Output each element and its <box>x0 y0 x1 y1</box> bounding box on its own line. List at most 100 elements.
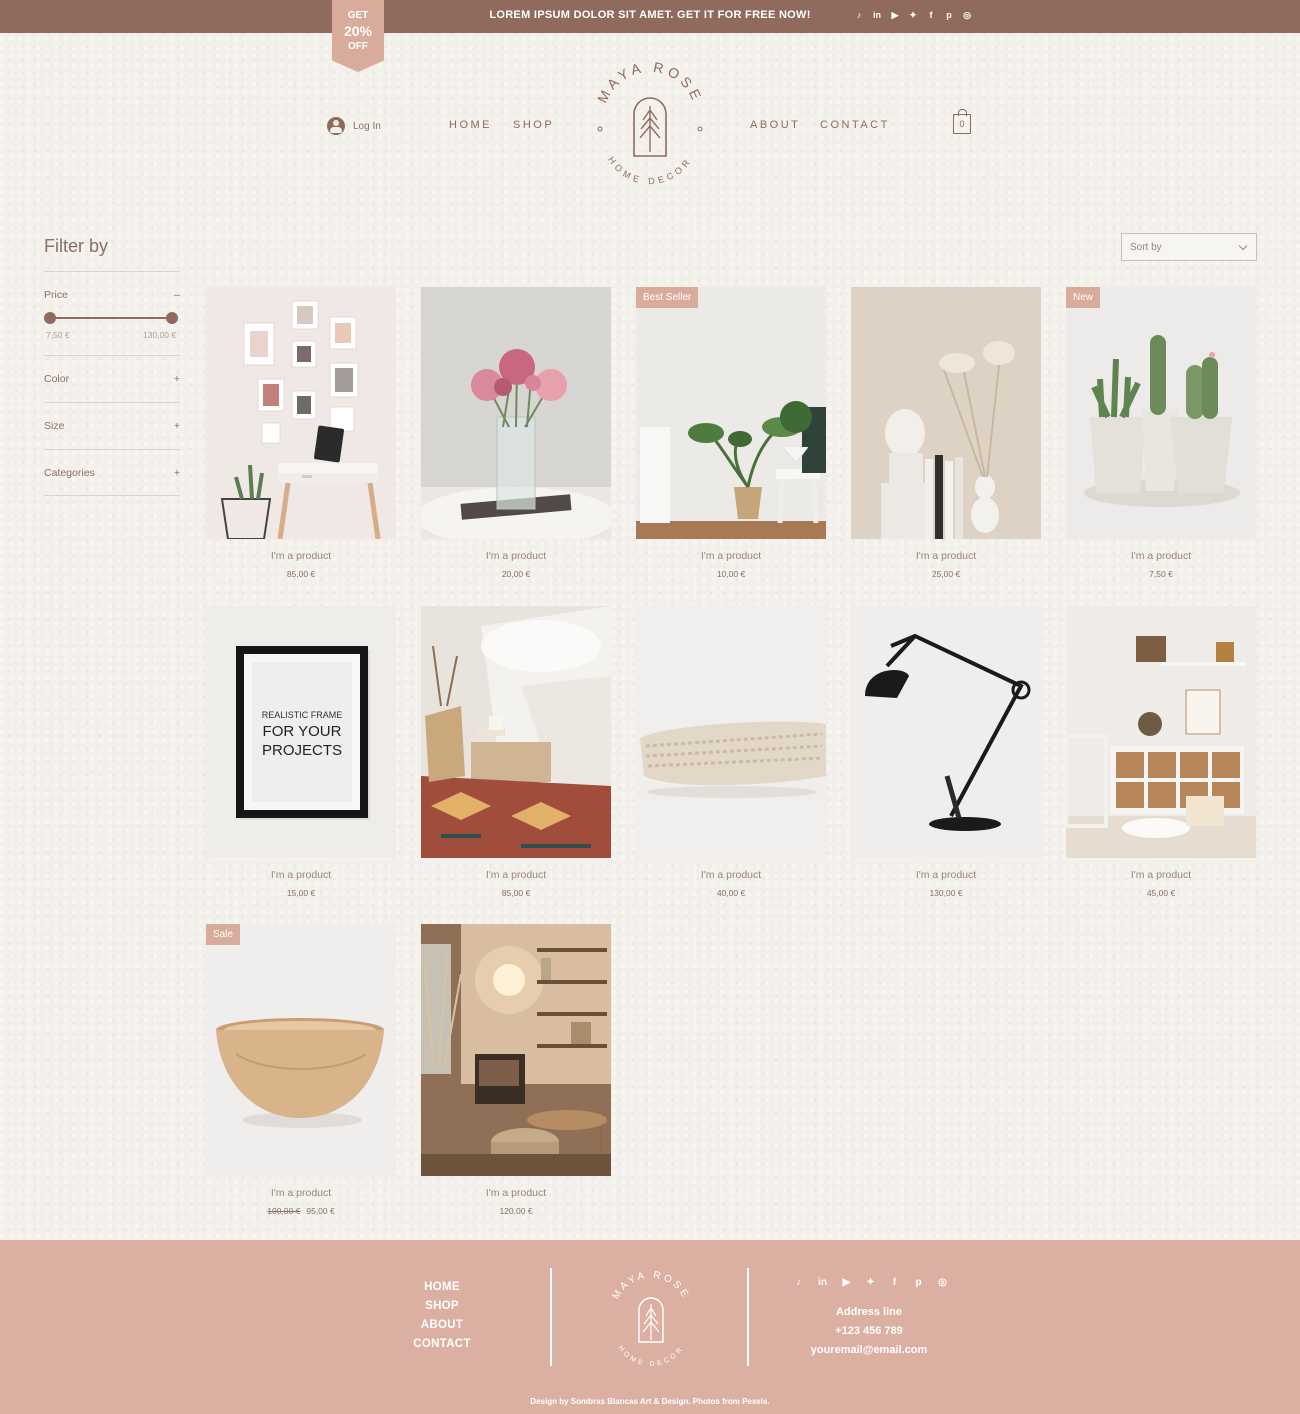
instagram-icon[interactable]: ◎ <box>961 9 973 21</box>
product-name[interactable]: I'm a product <box>1066 550 1256 562</box>
product-badge: Sale <box>206 924 241 945</box>
promo-line-2: 20% <box>343 23 373 39</box>
product-price: 20,00 € <box>501 569 531 579</box>
filter-color-header[interactable]: Color + <box>44 373 180 385</box>
product-image-lamp[interactable] <box>851 606 1041 858</box>
filter-size-label: Size <box>44 420 65 432</box>
twitter-icon[interactable]: ✦ <box>864 1276 877 1289</box>
product-price: 10,00 € <box>716 569 746 579</box>
footer-nav-shop[interactable]: SHOP <box>400 1300 484 1312</box>
product-badge: Best Seller <box>636 287 699 308</box>
product-name[interactable]: I'm a product <box>636 869 826 881</box>
svg-text:HOME DECOR: HOME DECOR <box>606 155 694 186</box>
sort-dropdown[interactable]: Sort by <box>1121 233 1257 261</box>
product-image-frame[interactable]: REALISTIC FRAME FOR YOUR PROJECTS <box>206 606 396 858</box>
instagram-icon[interactable]: ◎ <box>936 1276 949 1289</box>
product-name[interactable]: I'm a product <box>206 550 396 562</box>
youtube-icon[interactable]: ▶ <box>840 1276 853 1289</box>
filter-divider <box>44 449 180 450</box>
product-name[interactable]: I'm a product <box>206 1187 396 1199</box>
footer-social-links: ♪ in ▶ ✦ f p ◎ <box>792 1276 949 1289</box>
youtube-icon[interactable]: ▶ <box>889 9 901 21</box>
product-name[interactable]: I'm a product <box>206 869 396 881</box>
product-image-cozy-corner[interactable] <box>421 924 611 1176</box>
promo-ribbon: GET 20% OFF <box>332 0 384 72</box>
chevron-down-icon <box>1238 241 1248 251</box>
tiktok-icon[interactable]: ♪ <box>792 1276 805 1289</box>
product-image-bowl[interactable]: Sale <box>206 924 396 1176</box>
svg-text:MAYA ROSE: MAYA ROSE <box>611 1270 692 1302</box>
product-image-peonies[interactable] <box>421 287 611 539</box>
footer-email[interactable]: youremail@email.com <box>790 1344 948 1356</box>
filter-size-header[interactable]: Size + <box>44 420 180 432</box>
product-image-gallery-wall[interactable] <box>206 287 396 539</box>
product-badge: New <box>1066 287 1101 308</box>
footer-credit: Design by Sombras Blancas Art & Design. … <box>530 1397 770 1406</box>
cart-icon[interactable]: 0 <box>953 109 971 134</box>
pinterest-icon[interactable]: p <box>943 9 955 21</box>
product-price: 85,00 € <box>286 569 316 579</box>
footer-nav-contact[interactable]: CONTACT <box>400 1338 484 1350</box>
footer-divider <box>550 1268 552 1366</box>
product-name[interactable]: I'm a product <box>421 869 611 881</box>
filter-price-header[interactable]: Price – <box>44 289 180 301</box>
footer-phone: +123 456 789 <box>835 1325 903 1337</box>
footer-nav-about[interactable]: ABOUT <box>400 1319 484 1331</box>
facebook-icon[interactable]: f <box>925 9 937 21</box>
footer-address: Address line <box>835 1306 903 1318</box>
brand-logo[interactable]: MAYA ROSE HOME DECOR <box>590 59 710 188</box>
filter-categories-label: Categories <box>44 467 95 479</box>
linkedin-icon[interactable]: in <box>871 9 883 21</box>
product-name[interactable]: I'm a product <box>421 550 611 562</box>
product-image-kids-room[interactable] <box>1066 606 1256 858</box>
product-name[interactable]: I'm a product <box>421 1187 611 1199</box>
product-image-blanket[interactable] <box>636 606 826 858</box>
pinterest-icon[interactable]: p <box>912 1276 925 1289</box>
product-old-price: 100,00 € <box>267 1206 301 1216</box>
product-image-buddha[interactable] <box>851 287 1041 539</box>
product-name[interactable]: I'm a product <box>636 550 826 562</box>
product-price: 85,00 € <box>501 888 531 898</box>
announcement-text: LOREM IPSUM DOLOR SIT AMET. GET IT FOR F… <box>489 9 811 21</box>
price-max-value: 130,00 € <box>143 330 177 340</box>
footer-divider <box>747 1268 749 1366</box>
filter-divider <box>44 355 180 356</box>
nav-shop[interactable]: SHOP <box>513 119 554 131</box>
footer-nav-home[interactable]: HOME <box>400 1281 484 1293</box>
price-slider-max-handle[interactable] <box>166 312 178 324</box>
page: LOREM IPSUM DOLOR SIT AMET. GET IT FOR F… <box>0 0 1300 1414</box>
svg-text:HOME DECOR: HOME DECOR <box>617 1345 686 1366</box>
product-sale-price: 95,00 € <box>306 1206 335 1216</box>
tiktok-icon[interactable]: ♪ <box>853 9 865 21</box>
product-name[interactable]: I'm a product <box>1066 869 1256 881</box>
price-slider-min-handle[interactable] <box>44 312 56 324</box>
twitter-icon[interactable]: ✦ <box>907 9 919 21</box>
price-slider-track[interactable] <box>50 317 172 319</box>
footer: HOME SHOP ABOUT CONTACT MAYA ROSE HOME D… <box>0 1240 1300 1414</box>
price-min-value: 7,50 € <box>46 330 70 340</box>
login-button[interactable]: Log In <box>327 117 381 135</box>
facebook-icon[interactable]: f <box>888 1276 901 1289</box>
nav-home[interactable]: HOME <box>449 119 492 131</box>
nav-about[interactable]: ABOUT <box>750 119 800 131</box>
frame-text-line-3: PROJECTS <box>262 742 342 759</box>
collapse-icon: – <box>174 289 180 301</box>
product-price: 40,00 € <box>716 888 746 898</box>
expand-icon: + <box>173 467 180 479</box>
product-name[interactable]: I'm a product <box>851 550 1041 562</box>
product-price: 7,50 € <box>1149 569 1173 579</box>
product-image-bedroom[interactable] <box>421 606 611 858</box>
filter-divider <box>44 271 180 272</box>
frame-text-line-2: FOR YOUR <box>263 723 342 740</box>
product-name[interactable]: I'm a product <box>851 869 1041 881</box>
sort-label: Sort by <box>1130 242 1162 253</box>
linkedin-icon[interactable]: in <box>816 1276 829 1289</box>
product-price: 100,00 € 95,00 € <box>206 1206 396 1216</box>
frame-text-line-1: REALISTIC FRAME <box>262 710 343 720</box>
product-image-cactus[interactable]: New <box>1066 287 1256 539</box>
nav-contact[interactable]: CONTACT <box>820 119 890 131</box>
footer-logo[interactable]: MAYA ROSE HOME DECOR <box>605 1270 697 1368</box>
filter-categories-header[interactable]: Categories + <box>44 467 180 479</box>
promo-line-1: GET <box>347 10 369 21</box>
product-image-plants[interactable]: Best Seller <box>636 287 826 539</box>
